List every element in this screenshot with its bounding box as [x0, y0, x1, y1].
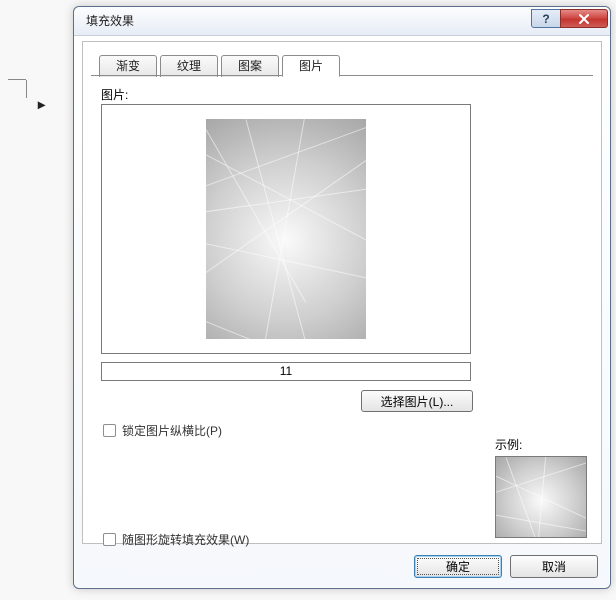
caret-icon: ▸ [38, 96, 45, 113]
dialog-footer: 确定 取消 [414, 555, 598, 578]
picture-preview [206, 119, 366, 339]
cancel-button[interactable]: 取消 [510, 555, 598, 578]
rotate-with-shape-checkbox[interactable]: 随图形旋转填充效果(W) [103, 531, 249, 548]
dialog-body: 渐变 纹理 图案 图片 图片: 11 选择图片(L)... [82, 41, 602, 544]
picture-name-text: 11 [280, 364, 292, 378]
sample-label: 示例: [495, 436, 522, 453]
cancel-label: 取消 [542, 558, 566, 575]
checkbox-box-icon [103, 533, 116, 546]
close-button[interactable] [560, 9, 608, 28]
tab-pattern[interactable]: 图案 [221, 55, 279, 77]
ok-button[interactable]: 确定 [414, 555, 502, 578]
select-picture-button[interactable]: 选择图片(L)... [361, 390, 473, 412]
sample-preview [495, 456, 587, 538]
rotate-with-shape-label: 随图形旋转填充效果(W) [122, 531, 249, 548]
picture-name-field: 11 [101, 362, 471, 381]
tabstrip-divider [91, 75, 593, 76]
window-controls: ? [532, 9, 608, 28]
ruler-segment [8, 74, 26, 80]
lock-aspect-checkbox[interactable]: 锁定图片纵横比(P) [103, 422, 222, 439]
lock-aspect-label: 锁定图片纵横比(P) [122, 422, 222, 439]
tabs: 渐变 纹理 图案 图片 [99, 54, 343, 76]
fill-effects-dialog: 填充效果 ? 渐变 纹理 图案 图片 图片: [73, 6, 611, 589]
picture-preview-frame [101, 104, 471, 354]
select-picture-label: 选择图片(L)... [381, 393, 454, 410]
ok-label: 确定 [446, 558, 470, 575]
titlebar[interactable]: 填充效果 ? [74, 7, 610, 36]
help-button[interactable]: ? [531, 9, 561, 28]
background-ruler-decoration: ▸ [8, 74, 42, 108]
close-icon [577, 13, 591, 25]
window-title: 填充效果 [74, 7, 134, 36]
ruler-segment [26, 80, 27, 98]
tab-texture[interactable]: 纹理 [160, 55, 218, 77]
tab-picture[interactable]: 图片 [282, 55, 340, 77]
help-icon: ? [542, 12, 549, 26]
tab-gradient[interactable]: 渐变 [99, 55, 157, 77]
picture-section-label: 图片: [101, 86, 128, 103]
checkbox-box-icon [103, 424, 116, 437]
